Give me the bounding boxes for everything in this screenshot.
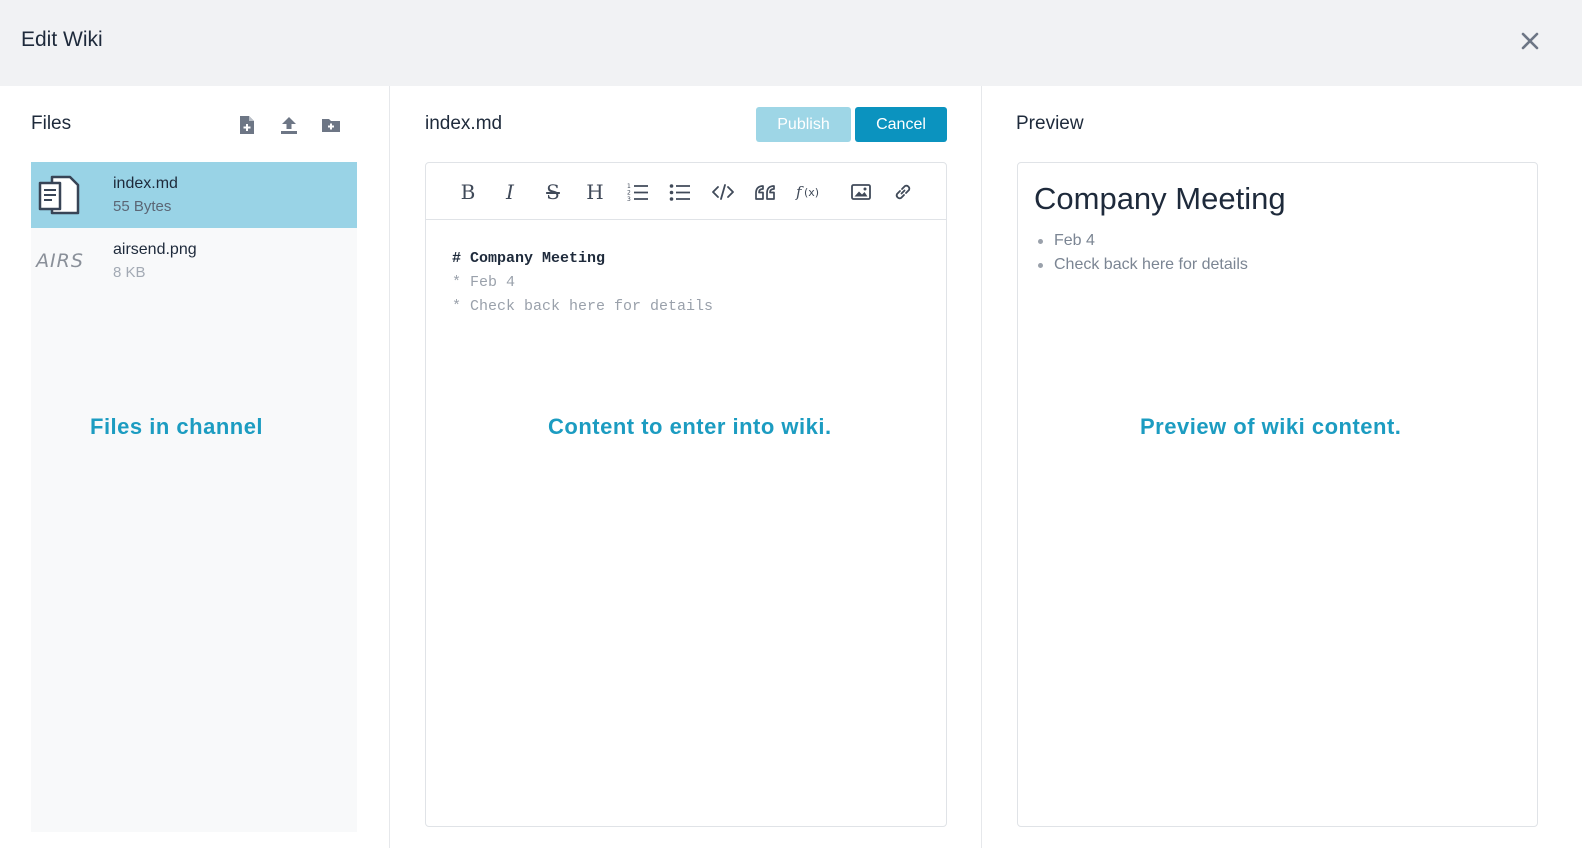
preview-list: Feb 4 Check back here for details bbox=[1038, 229, 1248, 277]
new-folder-button[interactable] bbox=[320, 113, 342, 137]
upload-button[interactable] bbox=[278, 113, 300, 137]
preview-annotation: Preview of wiki content. bbox=[1140, 414, 1402, 439]
formula-button[interactable]: f (x) bbox=[794, 179, 826, 205]
heading-button[interactable]: H bbox=[581, 179, 609, 205]
heading-icon: H bbox=[586, 180, 604, 204]
editor-line: * Check back here for details bbox=[452, 298, 714, 315]
new-folder-icon bbox=[322, 119, 340, 132]
file-item-airsend-png[interactable]: AIRS airsend.png 8 KB bbox=[31, 228, 357, 294]
code-button[interactable] bbox=[709, 179, 737, 205]
preview-title: Preview bbox=[1016, 113, 1084, 134]
link-button[interactable] bbox=[889, 179, 917, 205]
close-icon bbox=[1521, 32, 1539, 50]
code-icon bbox=[712, 184, 734, 200]
preview-pane: Company Meeting Feb 4 Check back here fo… bbox=[1017, 162, 1538, 827]
document-icon bbox=[37, 172, 83, 218]
strikethrough-button[interactable]: S bbox=[539, 179, 567, 205]
italic-button[interactable]: I bbox=[496, 179, 524, 205]
quote-icon bbox=[755, 185, 775, 200]
italic-icon: I bbox=[506, 180, 514, 204]
strikethrough-icon: S bbox=[546, 180, 560, 204]
close-button[interactable] bbox=[1517, 28, 1543, 54]
svg-text:f: f bbox=[795, 183, 804, 201]
preview-list-item: Check back here for details bbox=[1038, 253, 1248, 277]
new-file-icon bbox=[240, 116, 254, 134]
file-item-index-md[interactable]: index.md 55 Bytes bbox=[31, 162, 357, 228]
thumbnail-text: AIRS bbox=[36, 250, 84, 272]
markdown-editor[interactable]: B I S H 1 2 3 f (x) # Company Meeting * … bbox=[425, 162, 947, 827]
image-button[interactable] bbox=[847, 179, 875, 205]
preview-heading: Company Meeting bbox=[1034, 181, 1286, 216]
files-annotation: Files in channel bbox=[90, 414, 264, 439]
cancel-button[interactable]: Cancel bbox=[855, 107, 947, 142]
unordered-list-button[interactable] bbox=[666, 179, 694, 205]
unordered-list-icon bbox=[669, 184, 690, 201]
image-icon bbox=[851, 184, 871, 200]
quote-button[interactable] bbox=[751, 179, 779, 205]
dialog-header: Edit Wiki bbox=[0, 0, 1582, 86]
column-divider bbox=[389, 86, 390, 848]
publish-button[interactable]: Publish bbox=[756, 107, 851, 142]
image-thumbnail: AIRS bbox=[36, 238, 84, 284]
ordered-list-button[interactable]: 1 2 3 bbox=[624, 179, 652, 205]
editor-annotation: Content to enter into wiki. bbox=[548, 414, 832, 439]
file-actions bbox=[236, 113, 342, 137]
file-name: airsend.png bbox=[113, 241, 197, 258]
file-name: index.md bbox=[113, 175, 178, 192]
editor-toolbar: B I S H 1 2 3 f (x) bbox=[426, 163, 946, 220]
file-size: 55 Bytes bbox=[113, 198, 172, 215]
upload-icon bbox=[281, 117, 297, 134]
file-list: index.md 55 Bytes AIRS airsend.png 8 KB bbox=[31, 162, 357, 832]
editor-line: * Feb 4 bbox=[452, 274, 516, 291]
editor-content[interactable]: # Company Meeting * Feb 4 * Check back h… bbox=[452, 247, 713, 319]
column-divider bbox=[981, 86, 982, 848]
files-title: Files bbox=[31, 113, 72, 134]
file-size: 8 KB bbox=[113, 264, 146, 281]
svg-text:(x): (x) bbox=[804, 186, 819, 199]
svg-text:3: 3 bbox=[627, 196, 631, 202]
bold-button[interactable]: B bbox=[454, 179, 482, 205]
dialog-title: Edit Wiki bbox=[21, 28, 103, 51]
editor-filename: index.md bbox=[425, 113, 503, 134]
preview-list-item: Feb 4 bbox=[1038, 229, 1248, 253]
ordered-list-icon: 1 2 3 bbox=[627, 183, 648, 202]
editor-line: # Company Meeting bbox=[452, 250, 606, 267]
link-icon bbox=[895, 184, 911, 200]
new-file-button[interactable] bbox=[236, 113, 258, 137]
formula-icon: f (x) bbox=[795, 183, 819, 201]
bold-icon: B bbox=[460, 180, 476, 204]
